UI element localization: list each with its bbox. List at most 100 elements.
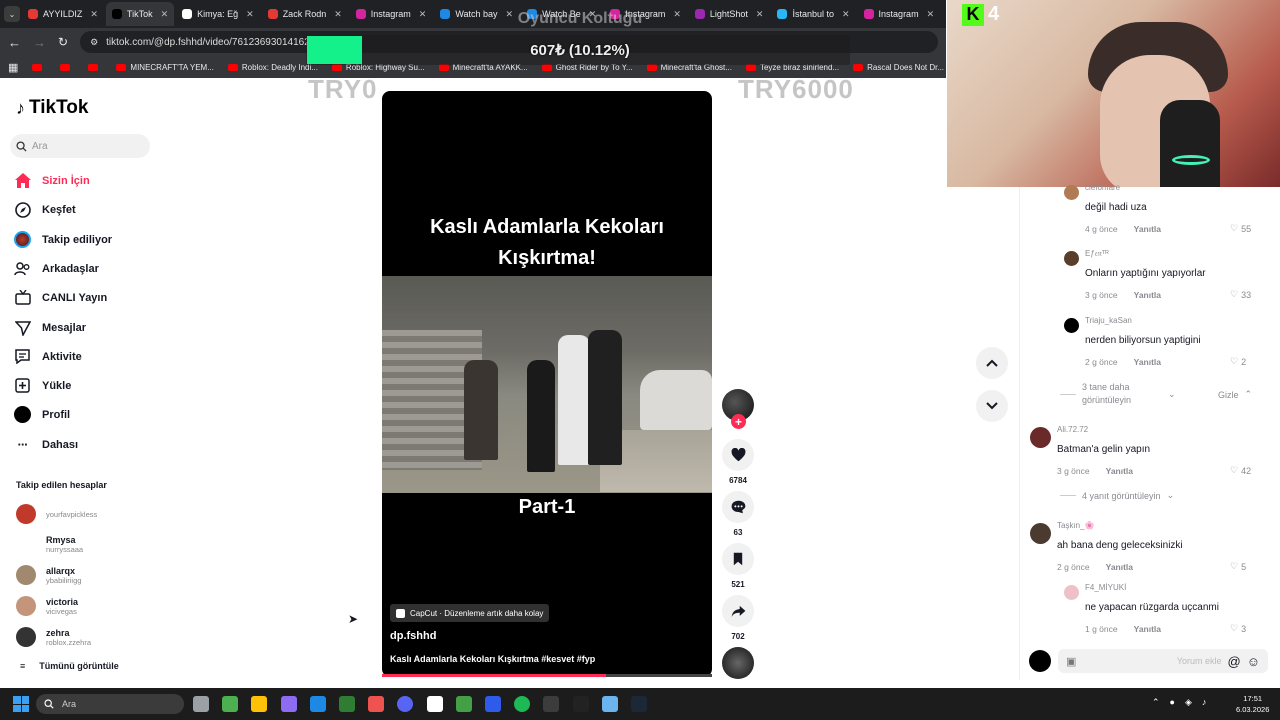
store-icon[interactable] (339, 696, 355, 712)
comment-button[interactable] (722, 491, 754, 523)
sidebar-item[interactable]: Arkadaşlar (14, 260, 99, 277)
tab-list-button[interactable]: ⌄ (4, 6, 20, 22)
app-icon[interactable] (601, 696, 618, 712)
bookmark-item[interactable] (60, 63, 74, 71)
sidebar-item[interactable]: Profil (14, 406, 70, 423)
comment-username[interactable]: Triaju_kaSan (1085, 316, 1132, 325)
comment-avatar[interactable] (1064, 185, 1079, 200)
close-tab-icon[interactable]: ✕ (161, 9, 169, 20)
follow-plus-icon[interactable]: + (731, 414, 746, 429)
bookmark-item[interactable] (88, 63, 102, 71)
bookmark-item[interactable]: Rascal Does Not Dr... (853, 63, 944, 72)
comment-username[interactable]: ciefomare (1085, 183, 1120, 192)
tiktok-logo[interactable]: ♪ TikTok (16, 97, 88, 119)
apps-icon[interactable]: ▦ (8, 61, 18, 74)
terminal-icon[interactable] (543, 696, 560, 712)
followed-account[interactable]: zehra roblox.zzehra (16, 627, 91, 647)
comment-avatar[interactable] (1064, 318, 1079, 333)
windows-start-icon[interactable] (13, 696, 29, 712)
bookmark-item[interactable] (32, 63, 46, 71)
music-disc-avatar[interactable] (722, 647, 754, 679)
search-input[interactable]: Ara (10, 134, 150, 158)
reply-button[interactable]: Yanıtla (1134, 290, 1161, 300)
comment-like-button[interactable]: ♡ 3 (1230, 623, 1246, 634)
copilot-icon[interactable] (280, 696, 297, 712)
close-tab-icon[interactable]: ✕ (842, 9, 850, 20)
comment-avatar[interactable] (1030, 427, 1051, 448)
reload-icon[interactable]: ↻ (58, 35, 68, 49)
previous-video-button[interactable] (976, 347, 1008, 379)
edge-icon[interactable] (309, 696, 326, 712)
comment-input[interactable]: ▣ Yorum ekle @ ☺ (1058, 649, 1268, 673)
forward-icon[interactable]: → (33, 35, 46, 50)
back-icon[interactable]: ← (8, 35, 21, 50)
taskbar-clock[interactable]: 17:51 6.03.2026 (1236, 693, 1269, 715)
view-more-replies-button[interactable]: 3 tane daha görüntüleyin ⌄ (1060, 381, 1200, 407)
comment-like-button[interactable]: ♡ 42 (1230, 465, 1251, 476)
comment-avatar[interactable] (1030, 523, 1051, 544)
capcut-icon[interactable] (426, 696, 443, 712)
sidebar-item[interactable]: Mesajlar (14, 319, 86, 336)
followed-account[interactable]: victoria vicivegas (16, 596, 78, 616)
comment-like-button[interactable]: ♡ 2 (1230, 356, 1246, 367)
sidebar-item[interactable]: ··· Dahası (14, 436, 79, 453)
followed-account[interactable]: yourfavpickless (16, 504, 97, 524)
site-info-icon[interactable]: ⚙ (90, 37, 98, 48)
sidebar-item[interactable]: Yükle (14, 377, 71, 394)
app-icon[interactable] (485, 696, 501, 712)
close-tab-icon[interactable]: ✕ (334, 9, 342, 20)
task-view-icon[interactable] (193, 696, 209, 712)
app-icon[interactable] (368, 696, 385, 712)
sidebar-item[interactable]: Keşfet (14, 201, 76, 218)
bookmark-item[interactable]: MINECRAFT'TA YEM... (116, 63, 214, 72)
file-explorer-icon[interactable] (251, 696, 268, 712)
volume-icon[interactable]: ♪ (1202, 697, 1207, 708)
comment-avatar[interactable] (1064, 251, 1079, 266)
followed-account[interactable]: Rmysa nurryssaaa (16, 534, 83, 554)
network-icon[interactable]: ◈ (1185, 697, 1192, 708)
browser-tab[interactable]: İstanbul to ✕ (771, 2, 855, 26)
sidebar-item[interactable]: CANLI Yayın (14, 289, 107, 306)
like-button[interactable] (722, 439, 754, 471)
epic-games-icon[interactable] (572, 696, 589, 712)
close-tab-icon[interactable]: ✕ (90, 9, 98, 20)
sidebar-item[interactable]: Takip ediliyor (14, 231, 112, 248)
followed-account[interactable]: allarqx ybabiliriigg (16, 565, 81, 585)
bookmark-item[interactable]: Roblox: Deadly Indi... (227, 63, 318, 72)
comment-username[interactable]: Eƒ𝔢𝔫ᵀᴿ (1085, 249, 1109, 259)
reply-button[interactable]: Yanıtla (1134, 224, 1161, 234)
sidebar-item[interactable]: Sizin İçin (14, 172, 90, 189)
reply-button[interactable]: Yanıtla (1134, 357, 1161, 367)
see-all-button[interactable]: ≡ Tümünü görüntüle (20, 661, 119, 671)
reply-button[interactable]: Yanıtla (1134, 624, 1161, 634)
capcut-badge[interactable]: CapCut · Düzenleme artık daha kolay (390, 604, 550, 622)
browser-tab[interactable]: Zack Rodn ✕ (262, 2, 348, 26)
reply-button[interactable]: Yanıtla (1106, 466, 1133, 476)
comment-username[interactable]: Ali.72.72 (1057, 425, 1088, 434)
gif-icon[interactable]: ▣ (1066, 655, 1076, 668)
reply-button[interactable]: Yanıtla (1106, 562, 1133, 572)
browser-tab[interactable]: AYYILDIZ ✕ (22, 2, 104, 26)
comment-avatar[interactable] (1064, 585, 1079, 600)
browser-tab[interactable]: Instagram ✕ (350, 2, 433, 26)
comment-like-button[interactable]: ♡ 5 (1230, 561, 1246, 572)
browser-tab[interactable]: Instagram ✕ (858, 2, 941, 26)
close-tab-icon[interactable]: ✕ (419, 9, 427, 20)
chrome-icon[interactable] (222, 696, 239, 712)
mention-icon[interactable]: @ (1228, 654, 1241, 669)
comment-like-button[interactable]: ♡ 33 (1230, 289, 1251, 300)
close-tab-icon[interactable]: ✕ (246, 9, 254, 20)
hide-replies-button[interactable]: Gizle ⌃ (1218, 389, 1252, 400)
close-tab-icon[interactable]: ✕ (756, 9, 764, 20)
comment-username[interactable]: F4_MİYUKİ (1085, 583, 1126, 592)
taskbar-search[interactable]: Ara (36, 694, 184, 714)
share-button[interactable] (722, 595, 754, 627)
current-user-avatar[interactable] (1029, 650, 1051, 672)
browser-tab[interactable]: Ro✕ (942, 2, 946, 26)
next-video-button[interactable] (976, 390, 1008, 422)
comment-username[interactable]: Taşkın_🌸 (1057, 521, 1095, 530)
browser-tab[interactable]: Kimya: Eğ ✕ (176, 2, 260, 26)
video-author[interactable]: dp.fshhd (390, 630, 436, 642)
browser-tab[interactable]: LightShot ✕ (689, 2, 770, 26)
tray-chevron-icon[interactable]: ⌃ (1152, 697, 1160, 708)
